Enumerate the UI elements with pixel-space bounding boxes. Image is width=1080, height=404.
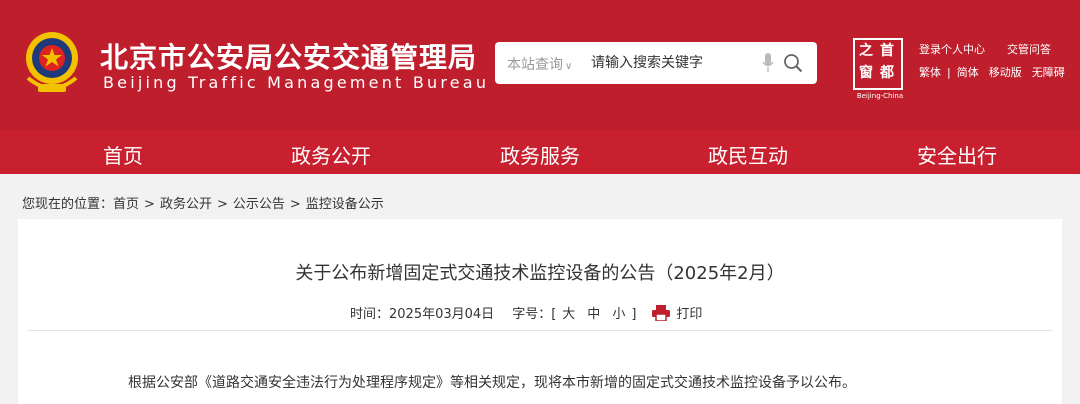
bracket-open: [ <box>551 307 557 322</box>
breadcrumb-announcements[interactable]: 公示公告 <box>233 197 285 212</box>
article-title: 关于公布新增固定式交通技术监控设备的公告（2025年2月） <box>295 263 785 284</box>
nav-item-gov-services[interactable]: 政务服务 <box>500 140 580 169</box>
breadcrumb-separator: > <box>144 197 155 212</box>
mobile-version-link[interactable]: 移动版 <box>989 66 1022 79</box>
font-size-medium-button[interactable]: 中 <box>587 307 600 322</box>
bracket-close: ] <box>631 307 637 322</box>
search-input[interactable] <box>591 51 751 75</box>
search-icon[interactable] <box>783 53 803 73</box>
nav-item-interaction[interactable]: 政民互动 <box>708 140 788 169</box>
logo-char: 都 <box>880 65 894 81</box>
accessibility-link[interactable]: 无障碍 <box>1032 66 1065 79</box>
login-link[interactable]: 登录个人中心 <box>919 43 985 56</box>
breadcrumb: 您现在的位置：首页 > 政务公开 > 公示公告 > 监控设备公示 <box>22 193 384 212</box>
search-scope-label: 本站查询 <box>507 57 563 73</box>
search-box: 本站查询 ∨ <box>495 42 817 84</box>
breadcrumb-current[interactable]: 监控设备公示 <box>306 197 384 212</box>
breadcrumb-gov-affairs[interactable]: 政务公开 <box>160 197 212 212</box>
logo-caption: Beijing-China <box>856 92 904 100</box>
site-title-english: Beijing Traffic Management Bureau <box>103 73 490 92</box>
police-emblem-icon[interactable] <box>18 28 86 96</box>
simplified-chinese-link[interactable]: 简体 <box>957 66 979 79</box>
nav-item-safe-travel[interactable]: 安全出行 <box>917 140 997 169</box>
faq-link[interactable]: 交管问答 <box>1007 43 1051 56</box>
header-links-top: 登录个人中心 交管问答 <box>919 41 1061 57</box>
print-button[interactable]: 打印 <box>676 307 702 322</box>
printer-icon[interactable] <box>652 305 671 321</box>
breadcrumb-prefix: 您现在的位置： <box>22 197 114 212</box>
article-paragraph: 根据公安部《道路交通安全违法行为处理程序规定》等相关规定，现将本市新增的固定式交… <box>128 375 856 391</box>
font-size-large-button[interactable]: 大 <box>562 307 575 322</box>
header-links-bottom: 繁体 | 简体 移动版 无障碍 <box>919 64 1075 80</box>
logo-char: 之 <box>859 43 873 59</box>
time-label: 时间： <box>350 307 390 322</box>
font-size-small-button[interactable]: 小 <box>612 307 625 322</box>
article-meta: 时间：2025年03月04日 字号：[ 大中小] 打印 <box>350 303 702 322</box>
capital-window-logo[interactable]: 首 都 之 窗 Beijing-China <box>853 38 903 100</box>
chevron-down-icon: ∨ <box>565 61 573 72</box>
breadcrumb-separator: > <box>289 197 301 212</box>
divider-bar: | <box>947 66 951 79</box>
breadcrumb-home[interactable]: 首页 <box>113 197 139 212</box>
nav-item-gov-affairs-open[interactable]: 政务公开 <box>291 140 371 169</box>
site-title[interactable]: 北京市公安局公安交通管理局 <box>100 36 477 76</box>
logo-char: 窗 <box>859 65 873 81</box>
publish-date: 2025年03月04日 <box>389 307 495 322</box>
font-size-label: 字号： <box>512 307 552 322</box>
microphone-icon[interactable] <box>762 53 774 73</box>
meta-divider <box>28 330 1052 331</box>
main-nav: 首页 政务公开 政务服务 政民互动 安全出行 <box>0 130 1080 174</box>
logo-char: 首 <box>880 43 894 59</box>
site-header: 北京市公安局公安交通管理局 Beijing Traffic Management… <box>0 0 1080 130</box>
traditional-chinese-link[interactable]: 繁体 <box>919 66 941 79</box>
nav-item-home[interactable]: 首页 <box>103 140 143 169</box>
article-card: 关于公布新增固定式交通技术监控设备的公告（2025年2月） 时间：2025年03… <box>18 219 1062 404</box>
breadcrumb-separator: > <box>216 197 228 212</box>
search-scope-dropdown[interactable]: 本站查询 ∨ <box>507 54 572 74</box>
